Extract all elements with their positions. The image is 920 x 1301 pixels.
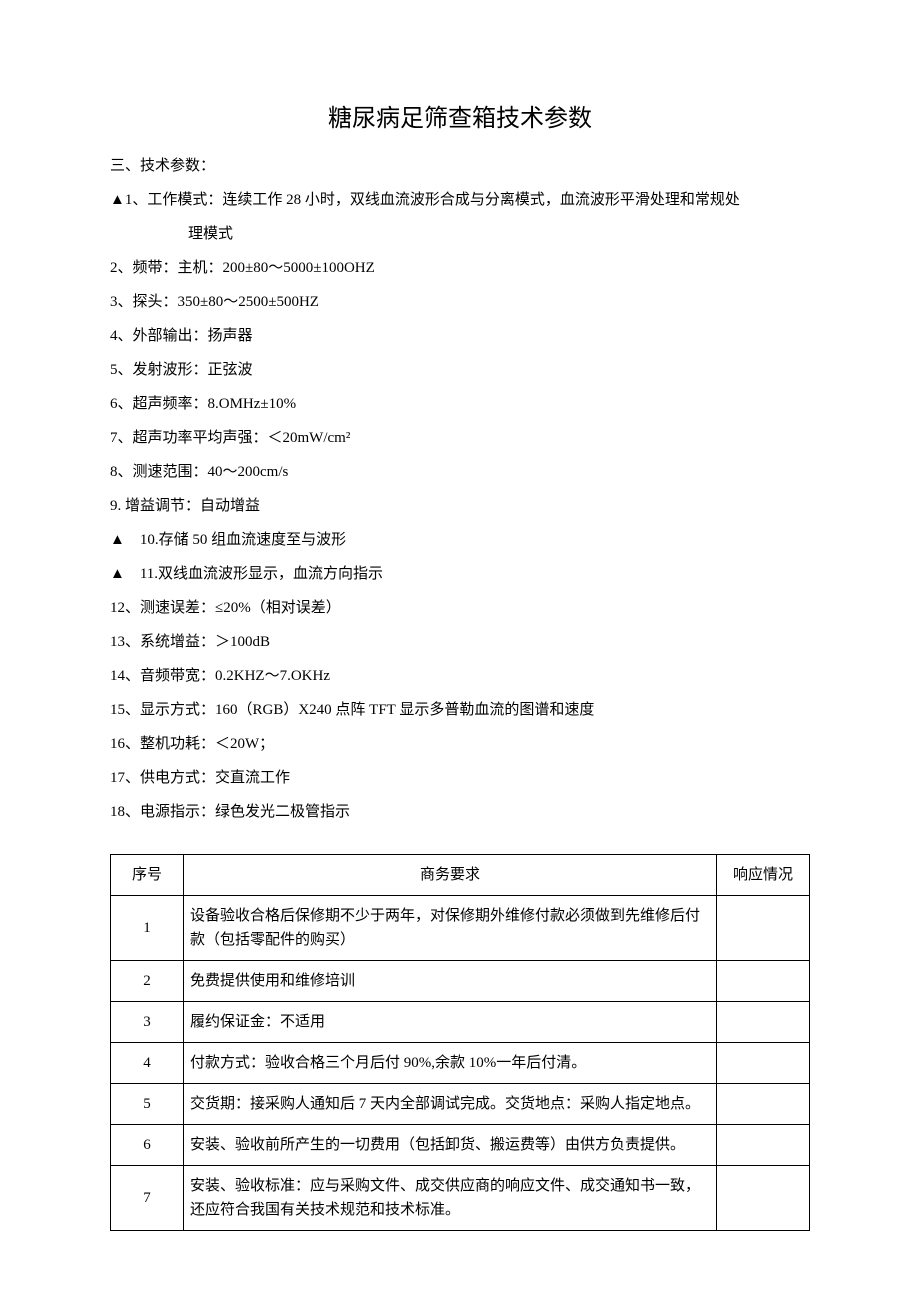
table-row: 3履约保证金：不适用 <box>111 1002 810 1043</box>
cell-num: 2 <box>111 961 184 1002</box>
cell-resp <box>717 1125 810 1166</box>
table-row: 6安装、验收前所产生的一切费用（包括卸货、搬运费等）由供方负责提供。 <box>111 1125 810 1166</box>
spec-item: 4、外部输出：扬声器 <box>110 324 810 348</box>
spec-item: 7、超声功率平均声强：＜20mW/cm² <box>110 426 810 450</box>
spec-item: 3、探头：350±80～2500±500HZ <box>110 290 810 314</box>
cell-num: 1 <box>111 896 184 961</box>
spec-item: 12、测速误差：≤20%（相对误差） <box>110 596 810 620</box>
page-title: 糖尿病足筛查箱技术参数 <box>110 100 810 138</box>
table-row: 5交货期：接采购人通知后 7 天内全部调试完成。交货地点：采购人指定地点。 <box>111 1084 810 1125</box>
table-row: 1设备验收合格后保修期不少于两年，对保修期外维修付款必须做到先维修后付款（包括零… <box>111 896 810 961</box>
cell-req: 交货期：接采购人通知后 7 天内全部调试完成。交货地点：采购人指定地点。 <box>184 1084 717 1125</box>
cell-resp <box>717 1043 810 1084</box>
cell-num: 6 <box>111 1125 184 1166</box>
spec-item: 17、供电方式：交直流工作 <box>110 766 810 790</box>
cell-req: 安装、验收标准：应与采购文件、成交供应商的响应文件、成交通知书一致，还应符合我国… <box>184 1166 717 1231</box>
table-row: 7安装、验收标准：应与采购文件、成交供应商的响应文件、成交通知书一致，还应符合我… <box>111 1166 810 1231</box>
spec-item: 13、系统增益：＞100dB <box>110 630 810 654</box>
cell-resp <box>717 1084 810 1125</box>
table-row: 4付款方式：验收合格三个月后付 90%,余款 10%一年后付清。 <box>111 1043 810 1084</box>
spec-item: 5、发射波形：正弦波 <box>110 358 810 382</box>
cell-num: 5 <box>111 1084 184 1125</box>
cell-req: 免费提供使用和维修培训 <box>184 961 717 1002</box>
cell-num: 4 <box>111 1043 184 1084</box>
col-num: 序号 <box>111 855 184 896</box>
spec-item: 14、音频带宽：0.2KHZ～7.OKHz <box>110 664 810 688</box>
spec-item: ▲ 10.存储 50 组血流速度至与波形 <box>110 528 810 552</box>
spec-item: 理模式 <box>110 222 810 246</box>
spec-item: 18、电源指示：绿色发光二极管指示 <box>110 800 810 824</box>
spec-item: 16、整机功耗：＜20W； <box>110 732 810 756</box>
cell-resp <box>717 896 810 961</box>
spec-item: 8、测速范围：40～200cm/s <box>110 460 810 484</box>
table-header-row: 序号 商务要求 响应情况 <box>111 855 810 896</box>
cell-req: 设备验收合格后保修期不少于两年，对保修期外维修付款必须做到先维修后付款（包括零配… <box>184 896 717 961</box>
cell-resp <box>717 961 810 1002</box>
section-label: 三、技术参数： <box>110 154 810 178</box>
spec-item: 15、显示方式：160（RGB）X240 点阵 TFT 显示多普勒血流的图谱和速… <box>110 698 810 722</box>
cell-num: 7 <box>111 1166 184 1231</box>
spec-item: 6、超声频率：8.OMHz±10% <box>110 392 810 416</box>
col-req: 商务要求 <box>184 855 717 896</box>
spec-item: 2、频带：主机：200±80～5000±100OHZ <box>110 256 810 280</box>
spec-item: ▲1、工作模式：连续工作 28 小时，双线血流波形合成与分离模式，血流波形平滑处… <box>110 188 810 212</box>
table-body: 1设备验收合格后保修期不少于两年，对保修期外维修付款必须做到先维修后付款（包括零… <box>111 896 810 1231</box>
cell-resp <box>717 1002 810 1043</box>
table-row: 2免费提供使用和维修培训 <box>111 961 810 1002</box>
spec-item: 9. 增益调节：自动增益 <box>110 494 810 518</box>
cell-req: 履约保证金：不适用 <box>184 1002 717 1043</box>
cell-req: 付款方式：验收合格三个月后付 90%,余款 10%一年后付清。 <box>184 1043 717 1084</box>
spec-list: ▲1、工作模式：连续工作 28 小时，双线血流波形合成与分离模式，血流波形平滑处… <box>110 188 810 824</box>
cell-resp <box>717 1166 810 1231</box>
col-resp: 响应情况 <box>717 855 810 896</box>
cell-req: 安装、验收前所产生的一切费用（包括卸货、搬运费等）由供方负责提供。 <box>184 1125 717 1166</box>
requirements-table: 序号 商务要求 响应情况 1设备验收合格后保修期不少于两年，对保修期外维修付款必… <box>110 854 810 1231</box>
cell-num: 3 <box>111 1002 184 1043</box>
spec-item: ▲ 11.双线血流波形显示，血流方向指示 <box>110 562 810 586</box>
